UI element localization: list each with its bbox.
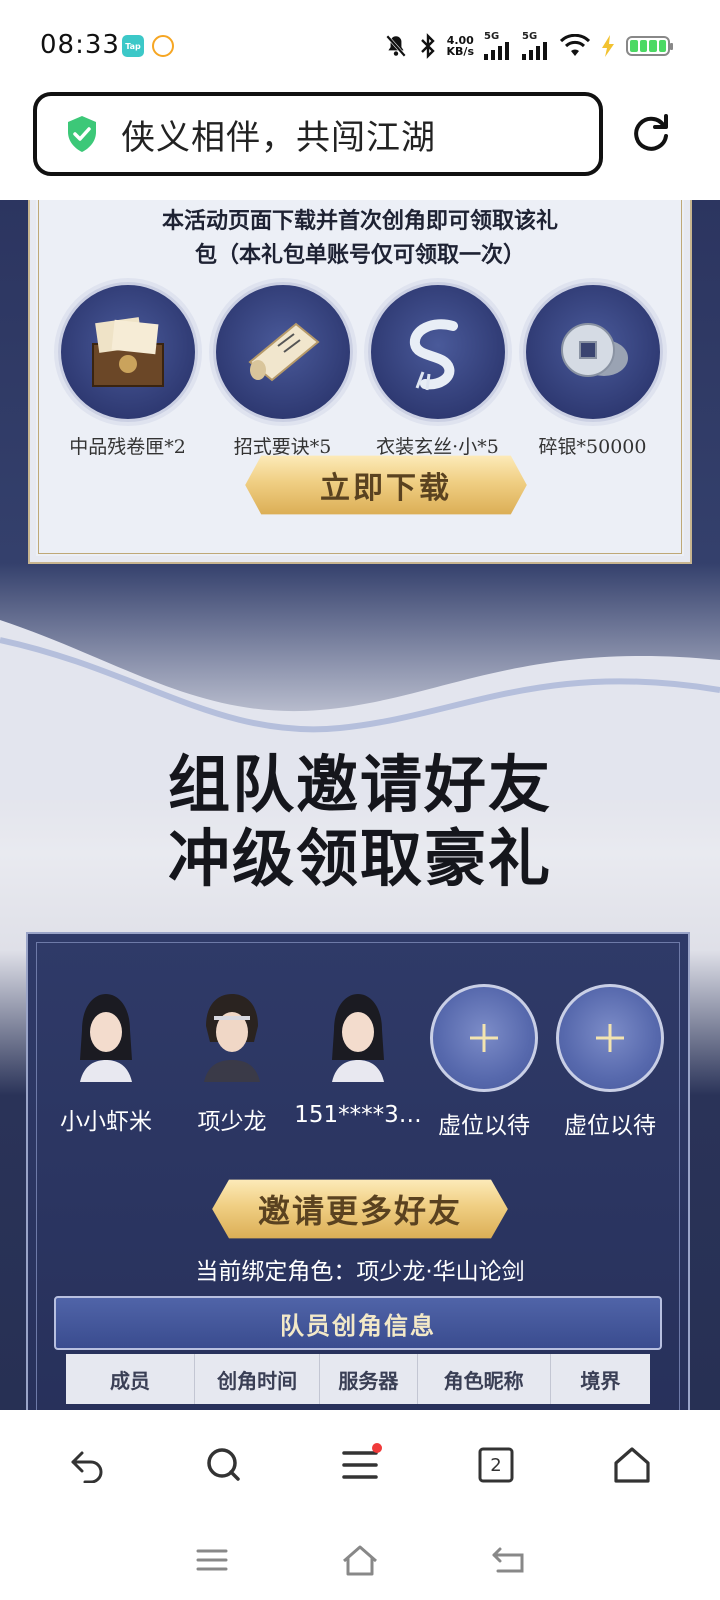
coin-icon bbox=[522, 282, 663, 422]
mute-icon bbox=[383, 33, 409, 59]
network-speed-unit: KB/s bbox=[446, 45, 474, 58]
gift-item-label: 招式要诀*5 bbox=[233, 436, 332, 458]
column-header: 角色昵称 bbox=[418, 1354, 551, 1404]
home-icon bbox=[614, 1447, 650, 1483]
gift-panel: 本活动页面下载并首次创角即可领取该礼 包（本礼包单账号仅可领取一次） 中品残卷匣… bbox=[28, 200, 692, 564]
column-header: 成员 bbox=[66, 1354, 196, 1404]
team-member: 项少龙 bbox=[170, 984, 294, 1140]
treasure-box-icon bbox=[57, 282, 198, 422]
signal-icon: 5G bbox=[484, 32, 512, 60]
silk-icon bbox=[367, 282, 508, 422]
member-name: 小小虾米 bbox=[60, 1109, 152, 1135]
reload-icon[interactable] bbox=[630, 112, 672, 154]
search-button[interactable] bbox=[194, 1435, 254, 1495]
notification-dot bbox=[372, 1443, 382, 1453]
team-headline: 组队邀请好友 冲级领取豪礼 bbox=[0, 748, 720, 896]
team-member: 小小虾米 bbox=[44, 984, 168, 1140]
add-member-icon[interactable] bbox=[430, 984, 538, 1092]
member-name: 虚位以待 bbox=[564, 1113, 656, 1139]
gift-notice: 本活动页面下载并首次创角即可领取该礼 包（本礼包单账号仅可领取一次） bbox=[30, 204, 690, 272]
member-info-table-header: 成员 创角时间 服务器 角色昵称 境界 bbox=[66, 1354, 650, 1404]
system-home-icon[interactable] bbox=[340, 1543, 380, 1577]
network-speed: 4.00 KB/s bbox=[447, 35, 474, 57]
tab-count: 2 bbox=[490, 1454, 502, 1476]
gift-item: 碎银*50000 bbox=[518, 282, 668, 459]
team-member-empty[interactable]: 虚位以待 bbox=[422, 984, 546, 1140]
tabs-button[interactable]: 2 bbox=[466, 1435, 526, 1495]
bound-role-text: 当前绑定角色：项少龙·华山论剑 bbox=[195, 1259, 525, 1285]
add-member-icon[interactable] bbox=[556, 984, 664, 1092]
member-name: 151****3… bbox=[294, 1102, 422, 1128]
bluetooth-icon bbox=[419, 33, 437, 59]
avatar bbox=[184, 984, 280, 1088]
wifi-icon bbox=[560, 34, 590, 58]
security-shield-icon bbox=[68, 116, 96, 152]
gift-item-label: 衣装玄丝·小*5 bbox=[376, 436, 499, 458]
column-header: 服务器 bbox=[320, 1354, 418, 1404]
search-icon bbox=[207, 1448, 240, 1481]
team-members: 小小虾米 项少龙 151****3… 虚位以待 虚位以待 bbox=[44, 984, 672, 1140]
scroll-icon bbox=[212, 282, 353, 422]
browser-toolbar: 2 bbox=[0, 1410, 720, 1520]
menu-button[interactable] bbox=[330, 1435, 390, 1495]
team-panel: 小小虾米 项少龙 151****3… 虚位以待 虚位以待 邀请更多好友 当前绑定… bbox=[26, 932, 690, 1410]
system-back-icon[interactable] bbox=[490, 1545, 526, 1575]
column-header: 创角时间 bbox=[195, 1354, 321, 1404]
status-time: 08:33 bbox=[40, 30, 120, 60]
download-button[interactable]: 立即下载 bbox=[245, 455, 527, 515]
gift-item: 中品残卷匣*2 bbox=[53, 282, 203, 459]
gift-notice-line2: 包（本礼包单账号仅可领取一次） bbox=[194, 242, 525, 268]
address-bar[interactable]: 侠义相伴，共闯江湖 bbox=[33, 92, 603, 176]
gift-notice-line1: 本活动页面下载并首次创角即可领取该礼 bbox=[161, 208, 558, 234]
web-content: 本活动页面下载并首次创角即可领取该礼 包（本礼包单账号仅可领取一次） 中品残卷匣… bbox=[0, 200, 720, 1410]
headline-line2: 冲级领取豪礼 bbox=[167, 822, 552, 895]
tap-app-icon: Tap bbox=[122, 35, 144, 57]
team-member-empty[interactable]: 虚位以待 bbox=[548, 984, 672, 1140]
system-nav-bar bbox=[0, 1520, 720, 1600]
gift-item: 招式要诀*5 bbox=[208, 282, 358, 459]
battery-icon bbox=[626, 36, 673, 56]
gift-item-label: 碎银*50000 bbox=[538, 436, 647, 458]
signal-label: 5G bbox=[484, 31, 500, 42]
recent-apps-icon[interactable] bbox=[194, 1545, 230, 1575]
gift-item-label: 中品残卷匣*2 bbox=[69, 436, 186, 458]
back-button[interactable] bbox=[58, 1435, 118, 1495]
status-bar: 08:33 Tap 4.00 KB/s 5G 5G bbox=[0, 0, 720, 92]
home-button[interactable] bbox=[602, 1435, 662, 1495]
charging-icon bbox=[600, 35, 616, 57]
page-title: 侠义相伴，共闯江湖 bbox=[121, 117, 436, 158]
member-info-title: 队员创角信息 bbox=[54, 1296, 662, 1350]
team-member: 151****3… bbox=[294, 984, 422, 1140]
member-name: 项少龙 bbox=[197, 1109, 267, 1135]
avatar bbox=[58, 984, 154, 1088]
gift-item: 衣装玄丝·小*5 bbox=[363, 282, 513, 459]
status-icons: 4.00 KB/s 5G 5G bbox=[383, 30, 673, 62]
signal-label-2: 5G bbox=[522, 31, 538, 42]
headline-line1: 组队邀请好友 bbox=[167, 748, 552, 821]
signal-icon-2: 5G bbox=[522, 32, 550, 60]
avatar bbox=[310, 984, 406, 1088]
member-name: 虚位以待 bbox=[438, 1113, 530, 1139]
notification-app-icon bbox=[152, 35, 174, 57]
column-header: 境界 bbox=[580, 1368, 621, 1393]
invite-friends-button[interactable]: 邀请更多好友 bbox=[212, 1179, 508, 1239]
gift-items: 中品残卷匣*2 招式要诀*5 衣装玄丝·小*5 碎银*50000 bbox=[50, 282, 670, 459]
back-arrow-icon bbox=[71, 1451, 103, 1483]
